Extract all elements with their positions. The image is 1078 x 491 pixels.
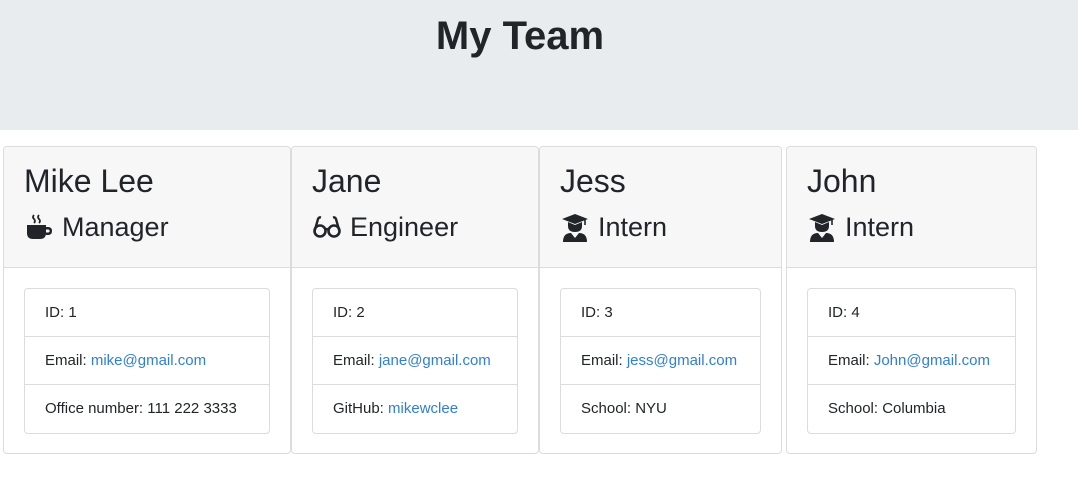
card-header: Mike Lee Manager	[4, 147, 290, 268]
email-link[interactable]: mike@gmail.com	[91, 352, 206, 369]
employee-card-engineer: Jane Engineer ID: 2 Email: jane@gmail.co…	[291, 146, 539, 454]
card-header: Jane Engineer	[292, 147, 538, 268]
role-label: Engineer	[350, 212, 459, 242]
school-value: NYU	[635, 400, 667, 417]
employee-name: Mike Lee	[24, 163, 154, 199]
email-item: Email: jane@gmail.com	[313, 337, 517, 385]
github-link[interactable]: mikewclee	[388, 400, 458, 417]
graduate-icon	[807, 212, 837, 242]
school-value: Columbia	[882, 400, 946, 417]
employee-info-list: ID: 3 Email: jess@gmail.com School: NYU	[560, 288, 761, 434]
office-number-item: Office number: 111 222 3333	[45, 400, 237, 417]
role-label: Intern	[598, 212, 668, 242]
email-item: Email: jess@gmail.com	[561, 337, 760, 385]
employee-name: Jane	[312, 163, 382, 199]
id-item: ID: 4	[808, 289, 1015, 337]
school-item: School: Columbia	[828, 400, 946, 417]
graduate-icon	[560, 212, 590, 242]
header-banner: My Team	[0, 0, 1078, 130]
employee-card-intern: Jess Intern ID: 3 Email: jess@gmail.com …	[539, 146, 782, 454]
employee-card-intern: John Intern ID: 4 Email: John@gmail.com …	[786, 146, 1037, 454]
email-link[interactable]: jane@gmail.com	[379, 352, 491, 369]
employee-role: Intern	[560, 209, 667, 245]
id-value: 1	[68, 304, 77, 321]
employee-role: Intern	[807, 209, 914, 245]
employee-role: Manager	[24, 209, 169, 245]
employee-info-list: ID: 2 Email: jane@gmail.com GitHub: mike…	[312, 288, 518, 434]
id-item: ID: 2	[313, 289, 517, 337]
id-value: 3	[604, 304, 613, 321]
email-link[interactable]: jess@gmail.com	[627, 352, 737, 369]
page-title: My Team	[435, 14, 605, 58]
mug-icon	[24, 212, 54, 242]
glasses-icon	[312, 212, 342, 242]
card-header: Jess Intern	[540, 147, 781, 268]
id-value: 2	[356, 304, 365, 321]
role-label: Manager	[62, 212, 169, 242]
id-value: 4	[851, 304, 860, 321]
email-item: Email: mike@gmail.com	[25, 337, 269, 385]
id-item: ID: 1	[25, 289, 269, 337]
role-label: Intern	[845, 212, 915, 242]
employee-role: Engineer	[312, 209, 458, 245]
email-item: Email: John@gmail.com	[808, 337, 1015, 385]
employee-name: John	[807, 163, 877, 199]
employee-info-list: ID: 4 Email: John@gmail.com School: Colu…	[807, 288, 1016, 434]
employee-name: Jess	[560, 163, 626, 199]
employee-info-list: ID: 1 Email: mike@gmail.com Office numbe…	[24, 288, 270, 434]
id-item: ID: 3	[561, 289, 760, 337]
github-item: GitHub: mikewclee	[333, 400, 459, 417]
school-item: School: NYU	[581, 400, 667, 417]
employee-card-manager: Mike Lee Manager ID: 1 Email: mike@gmail…	[3, 146, 291, 454]
card-header: John Intern	[787, 147, 1036, 268]
email-link[interactable]: John@gmail.com	[874, 352, 990, 369]
office-number-value: 111 222 3333	[147, 400, 237, 417]
